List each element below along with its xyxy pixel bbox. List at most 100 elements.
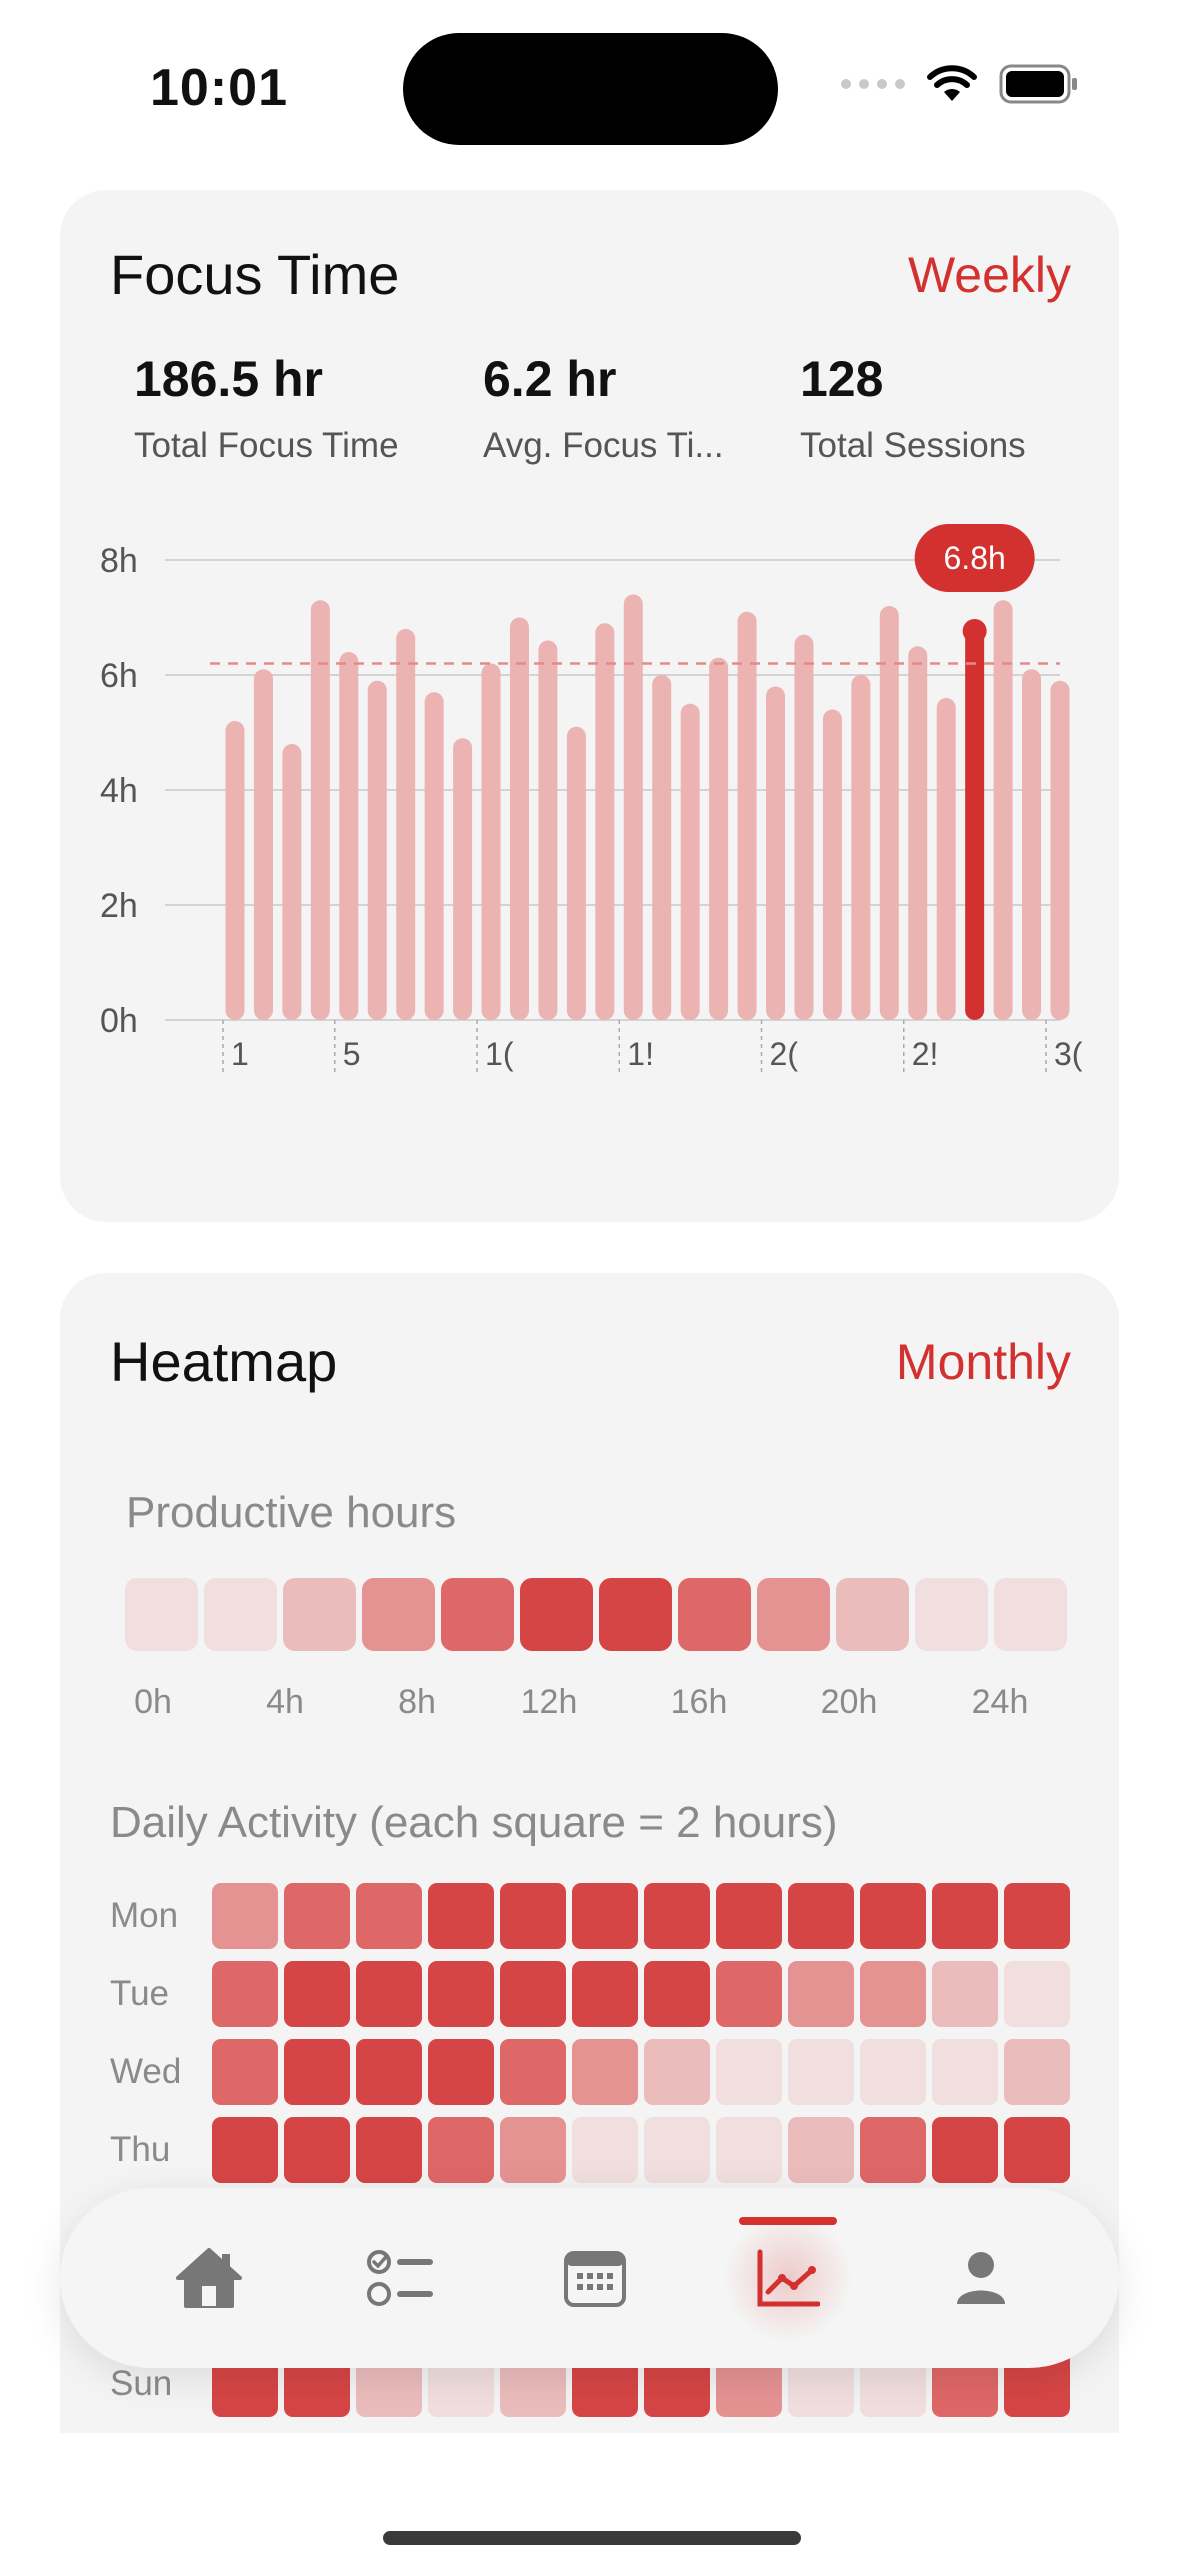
activity-cell (284, 2039, 350, 2105)
hour-cell (362, 1578, 435, 1651)
hour-axis-label: 24h (971, 1683, 1029, 1721)
hour-cell (757, 1578, 830, 1651)
activity-cell (860, 1883, 926, 1949)
bar (225, 721, 245, 1020)
cellular-signal-icon (841, 79, 905, 89)
activity-cell (212, 1961, 278, 2027)
tooltip-label: 6.8h (944, 540, 1006, 576)
bar (424, 692, 444, 1020)
weekly-range-button[interactable]: Weekly (908, 246, 1071, 304)
bar (253, 669, 273, 1020)
bar (737, 611, 757, 1020)
bar (566, 726, 586, 1020)
focus-time-title: Focus Time (110, 243, 400, 306)
day-cells (212, 1961, 1070, 2027)
x-tick-label: 5 (343, 1036, 361, 1072)
activity-cell (284, 1883, 350, 1949)
stat-label: Total Sessions (800, 426, 1026, 465)
calendar-icon (564, 2251, 626, 2307)
status-time: 10:01 (150, 59, 288, 117)
hour-axis-label: 8h (398, 1683, 436, 1721)
activity-cell (644, 2039, 710, 2105)
activity-cell (572, 1961, 638, 2027)
x-tick-label: 1! (627, 1036, 654, 1072)
tab-stats[interactable] (723, 2213, 853, 2343)
hour-cell (204, 1578, 277, 1651)
tab-profile[interactable] (936, 2233, 1026, 2323)
stat-value: 6.2 hr (483, 351, 617, 407)
bar (680, 703, 700, 1020)
bar (282, 744, 302, 1020)
stat-label: Total Focus Time (134, 426, 399, 465)
activity-cell (716, 1961, 782, 2027)
x-tick-label: 3( (1054, 1036, 1083, 1072)
hour-axis-label: 0h (134, 1683, 172, 1721)
hour-axis-label: 16h (670, 1683, 728, 1721)
activity-cell (644, 1961, 710, 2027)
activity-cell (788, 1883, 854, 1949)
hour-cell (520, 1578, 593, 1651)
active-tab-indicator (739, 2217, 837, 2225)
bar (879, 606, 899, 1020)
activity-cell (1004, 2039, 1070, 2105)
dynamic-island (403, 33, 778, 145)
activity-cell (716, 1883, 782, 1949)
x-tick-label: 2( (770, 1036, 799, 1072)
activity-cell (572, 2039, 638, 2105)
y-tick-label: 4h (100, 772, 138, 810)
battery-icon (999, 64, 1077, 104)
activity-cell (716, 2117, 782, 2183)
y-tick-label: 8h (100, 542, 138, 580)
activity-cell (500, 2039, 566, 2105)
tab-tasks[interactable] (357, 2233, 447, 2323)
activity-cell (356, 2039, 422, 2105)
hour-cell (915, 1578, 988, 1651)
bar (709, 657, 729, 1020)
bar (936, 698, 956, 1020)
bar (1050, 680, 1070, 1020)
person-icon (957, 2252, 1005, 2304)
activity-cell (212, 2117, 278, 2183)
status-icons (841, 64, 1079, 104)
monthly-range-button[interactable]: Monthly (896, 1333, 1071, 1391)
hour-cell (125, 1578, 198, 1651)
activity-cell (428, 1883, 494, 1949)
tab-home[interactable] (164, 2233, 254, 2323)
y-tick-label: 2h (100, 887, 138, 925)
checklist-icon (367, 2250, 433, 2306)
bar (851, 675, 871, 1020)
daily-activity-label: Daily Activity (each square = 2 hours) (110, 1798, 838, 1847)
bottom-tab-bar (60, 2188, 1119, 2368)
activity-cell (428, 2117, 494, 2183)
day-label: Thu (110, 2130, 171, 2169)
activity-cell (644, 1883, 710, 1949)
activity-cell (932, 2117, 998, 2183)
activity-cell (572, 2117, 638, 2183)
bar (367, 680, 387, 1020)
bar (509, 617, 529, 1020)
heatmap-title: Heatmap (110, 1330, 338, 1393)
hour-axis-label: 20h (820, 1683, 878, 1721)
bar (908, 646, 928, 1020)
activity-cell (500, 1883, 566, 1949)
day-label: Wed (110, 2052, 182, 2091)
activity-cell (356, 1961, 422, 2027)
day-label: Tue (110, 1974, 170, 2013)
bar (595, 623, 615, 1020)
day-cells (212, 1883, 1070, 1949)
hour-axis-labels: 0h 4h 8h 12h 16h 20h 24h (125, 1683, 1065, 1733)
bar (1022, 669, 1042, 1020)
hour-axis-label: 4h (266, 1683, 304, 1721)
hour-cell (599, 1578, 672, 1651)
bar (766, 686, 786, 1020)
bar (396, 629, 416, 1020)
activity-cell (1004, 2117, 1070, 2183)
stat-avg-focus: 6.2 hr Avg. Focus Ti... (483, 350, 724, 466)
activity-cell (500, 1961, 566, 2027)
productive-hours-strip (125, 1578, 1067, 1651)
wifi-icon (927, 65, 977, 101)
activity-cell (428, 1961, 494, 2027)
tab-calendar[interactable] (550, 2233, 640, 2323)
bar (822, 709, 842, 1020)
day-row: Thu (110, 2117, 1070, 2183)
